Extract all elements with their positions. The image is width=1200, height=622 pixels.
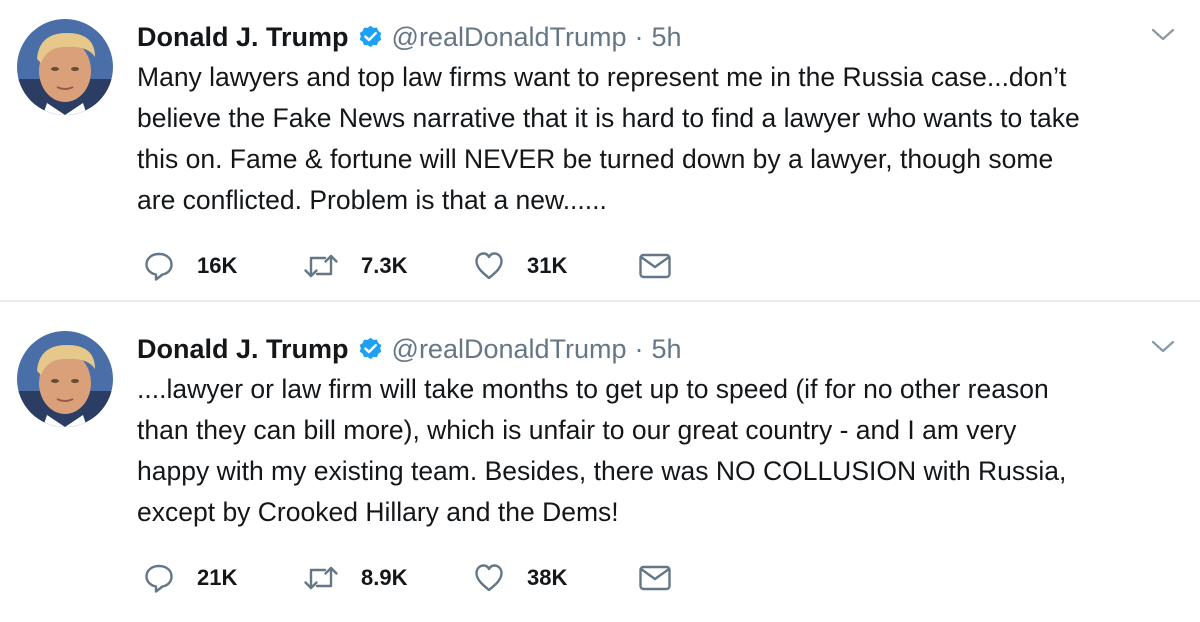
reply-icon xyxy=(143,250,175,282)
separator-dot: · xyxy=(634,333,644,364)
chevron-down-icon[interactable] xyxy=(1150,338,1176,356)
tweet-actions: 21K 8.9K 38K xyxy=(143,558,703,598)
heart-icon xyxy=(473,250,505,282)
retweet-icon xyxy=(303,250,339,282)
author-handle[interactable]: @realDonaldTrump xyxy=(392,334,627,365)
reply-button[interactable]: 21K xyxy=(143,558,237,598)
author-name[interactable]: Donald J. Trump xyxy=(137,334,349,365)
tweet[interactable]: Donald J. Trump @realDonaldTrump · 5h Ma… xyxy=(0,0,1200,302)
like-button[interactable]: 38K xyxy=(473,558,567,598)
direct-message-button[interactable] xyxy=(638,558,672,598)
tweet-text: Many lawyers and top law firms want to r… xyxy=(137,62,1080,215)
avatar[interactable] xyxy=(17,331,113,427)
tweet-header: Donald J. Trump @realDonaldTrump · 5h xyxy=(137,329,682,369)
reply-button[interactable]: 16K xyxy=(143,246,237,286)
like-button[interactable]: 31K xyxy=(473,246,567,286)
timestamp[interactable]: 5h xyxy=(652,22,682,53)
reply-count: 16K xyxy=(197,253,238,278)
retweet-count: 8.9K xyxy=(361,565,408,590)
separator-dot: · xyxy=(634,21,644,52)
author-handle[interactable]: @realDonaldTrump xyxy=(392,22,627,53)
verified-badge-icon xyxy=(357,336,384,363)
retweet-button[interactable]: 8.9K xyxy=(303,558,407,598)
author-name[interactable]: Donald J. Trump xyxy=(137,22,349,53)
tweet-actions: 16K 7.3K 31K xyxy=(143,246,703,286)
heart-icon xyxy=(473,562,505,594)
retweet-button[interactable]: 7.3K xyxy=(303,246,407,286)
tweet[interactable]: Donald J. Trump @realDonaldTrump · 5h ..… xyxy=(0,312,1200,612)
avatar[interactable] xyxy=(17,19,113,115)
direct-message-button[interactable] xyxy=(638,246,672,286)
reply-icon xyxy=(143,562,175,594)
timestamp[interactable]: 5h xyxy=(652,334,682,365)
envelope-icon xyxy=(638,252,672,280)
retweet-icon xyxy=(303,562,339,594)
reply-count: 21K xyxy=(197,565,238,590)
envelope-icon xyxy=(638,564,672,592)
verified-badge-icon xyxy=(357,24,384,51)
tweet-divider xyxy=(0,300,1200,302)
retweet-count: 7.3K xyxy=(361,253,408,278)
like-count: 38K xyxy=(527,565,568,590)
tweet-header: Donald J. Trump @realDonaldTrump · 5h xyxy=(137,17,682,57)
like-count: 31K xyxy=(527,253,568,278)
tweet-text: ....lawyer or law firm will take months … xyxy=(137,374,1067,527)
chevron-down-icon[interactable] xyxy=(1150,26,1176,44)
